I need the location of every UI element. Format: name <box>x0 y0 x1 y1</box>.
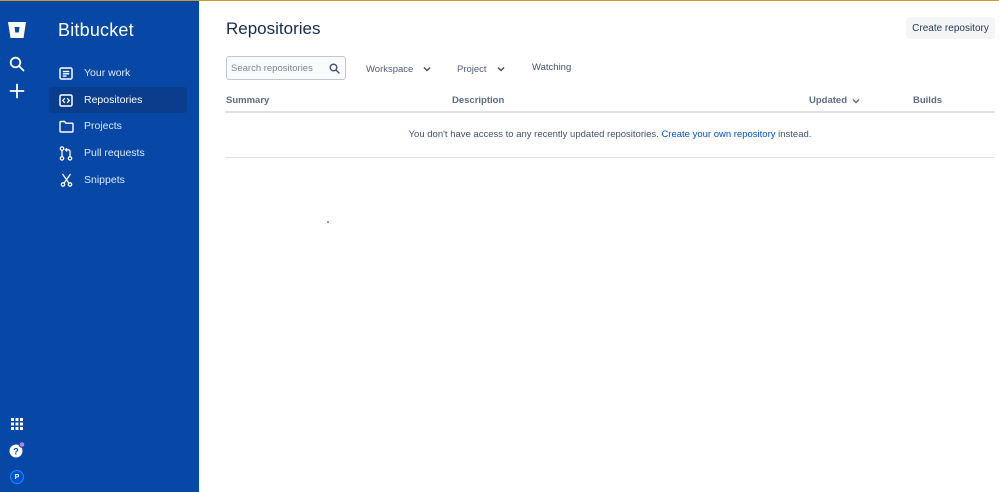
table-bottom-divider <box>225 157 995 158</box>
app-name: Bitbucket <box>58 20 134 40</box>
search-box <box>226 56 346 80</box>
empty-state-message: You don't have access to any recently up… <box>225 129 995 140</box>
sidebar-item-pull-requests[interactable]: Pull requests <box>49 140 187 166</box>
search-icon[interactable] <box>7 54 27 74</box>
table-header-divider <box>225 111 995 113</box>
project-filter-label: Project <box>457 63 487 75</box>
app-switcher-icon[interactable] <box>7 414 27 434</box>
sidebar: Bitbucket Your work Repositories Project… <box>34 1 199 492</box>
sidebar-item-label: Pull requests <box>84 147 145 159</box>
create-plus-icon[interactable] <box>7 81 27 101</box>
column-header-summary: Summary <box>226 95 270 106</box>
empty-state-suffix: instead. <box>778 129 812 140</box>
your-work-icon <box>58 65 74 81</box>
sidebar-item-snippets[interactable]: Snippets <box>49 167 187 193</box>
sidebar-item-label: Snippets <box>84 174 125 186</box>
sidebar-item-label: Repositories <box>84 94 143 106</box>
help-icon[interactable]: ? <box>7 440 27 460</box>
search-input[interactable] <box>231 59 327 77</box>
repositories-icon <box>58 92 74 108</box>
svg-text:?: ? <box>13 447 19 457</box>
column-header-description: Description <box>452 95 505 106</box>
sidebar-item-label: Your work <box>84 67 131 79</box>
avatar-initial: P <box>14 473 20 481</box>
chevron-down-icon <box>423 66 431 72</box>
bitbucket-logo-icon[interactable] <box>7 20 27 40</box>
chevron-down-icon <box>852 98 860 104</box>
sidebar-item-repositories[interactable]: Repositories <box>49 87 187 113</box>
global-navigation-rail: ? P <box>0 1 34 492</box>
column-header-builds: Builds <box>913 95 943 106</box>
workspace-filter-label: Workspace <box>366 63 414 75</box>
watching-filter[interactable]: Watching <box>532 62 571 73</box>
page-title: Repositories <box>226 19 321 38</box>
sidebar-item-your-work[interactable]: Your work <box>49 60 187 86</box>
sidebar-item-label: Projects <box>84 120 122 132</box>
pull-request-icon <box>58 145 74 161</box>
sidebar-item-projects[interactable]: Projects <box>49 113 187 139</box>
create-own-repository-link[interactable]: Create your own repository <box>661 129 775 140</box>
main-content: Repositories Create repository Workspace… <box>199 1 999 492</box>
project-filter[interactable]: Project <box>457 60 505 78</box>
column-header-updated[interactable]: Updated <box>809 95 860 106</box>
stray-dot <box>327 221 329 223</box>
empty-state-text: You don't have access to any recently up… <box>408 129 659 140</box>
folder-icon <box>58 118 74 134</box>
create-repository-button[interactable]: Create repository <box>906 17 995 39</box>
search-icon[interactable] <box>329 63 340 74</box>
workspace-filter[interactable]: Workspace <box>366 60 431 78</box>
snippets-icon <box>58 172 74 188</box>
chevron-down-icon <box>497 66 505 72</box>
avatar[interactable]: P <box>7 467 27 487</box>
